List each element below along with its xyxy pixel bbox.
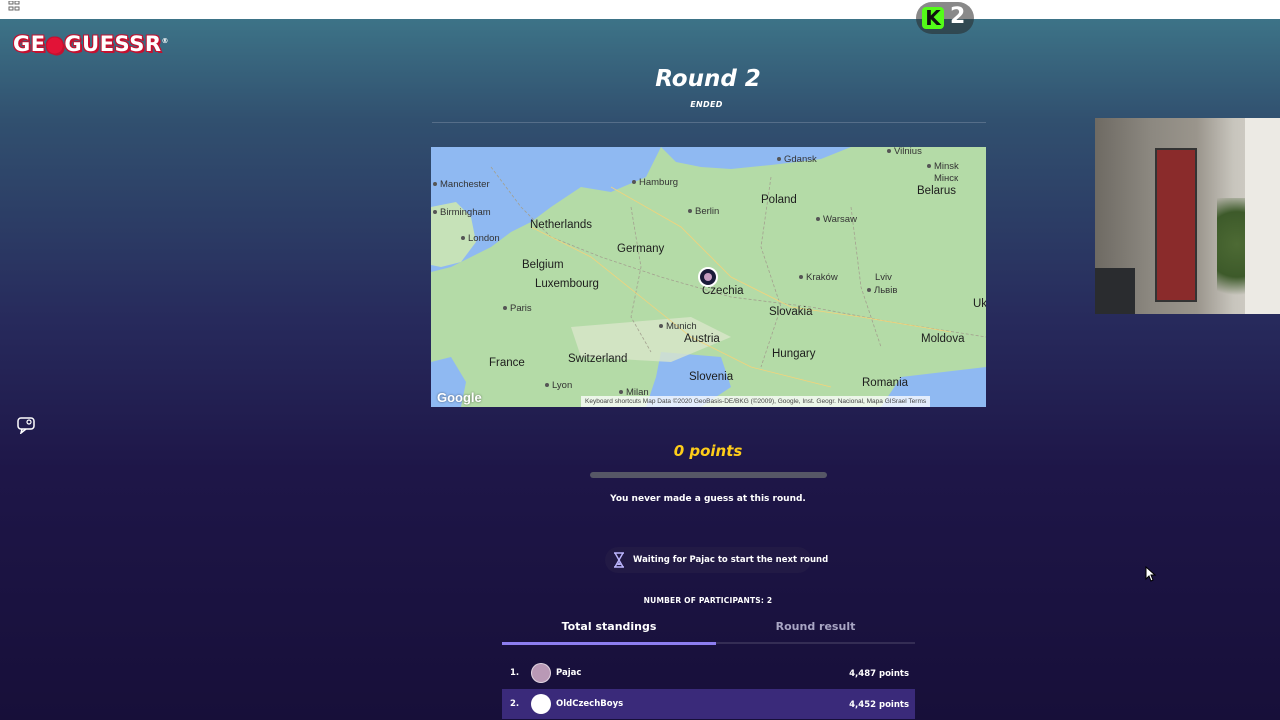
registered-mark: ® <box>161 37 170 45</box>
tab-total-standings[interactable]: Total standings <box>502 620 716 633</box>
standings-row[interactable]: 2. OldCzechBoys 4,452 points <box>502 689 915 719</box>
tab-active-indicator <box>502 642 716 645</box>
no-guess-message: You never made a guess at this round. <box>610 494 806 504</box>
player-score: 4,487 points <box>849 669 909 679</box>
map-attribution[interactable]: Keyboard shortcuts Map Data ©2020 GeoBas… <box>581 396 931 407</box>
webcam-poster <box>1155 148 1197 302</box>
map-label-belarus: Belarus <box>917 185 956 197</box>
mouse-cursor-icon <box>1145 566 1157 582</box>
points-progress-bar <box>590 472 827 478</box>
map-label-belgium: Belgium <box>522 259 564 271</box>
google-logo: Google <box>437 390 482 405</box>
standing-rank: 2. <box>510 699 520 709</box>
map-label-moldova: Moldova <box>921 333 965 345</box>
map-label-netherlands: Netherlands <box>530 219 593 231</box>
round-points: 0 points <box>673 442 743 460</box>
hourglass-icon <box>614 552 624 568</box>
result-map[interactable]: Netherlands Germany Poland Belarus Belgi… <box>431 147 986 407</box>
player-name: OldCzechBoys <box>556 699 624 709</box>
map-label-lviv-cyrillic: Львів <box>867 285 897 296</box>
stream-viewer-badge: K 2 <box>916 2 974 34</box>
map-label-ukraine: Uk <box>973 298 986 310</box>
map-label-warsaw: Warsaw <box>816 214 857 225</box>
webcam-chair <box>1095 268 1135 314</box>
waiting-status: Waiting for Pajac to start the next roun… <box>605 547 828 573</box>
map-label-austria: Austria <box>684 333 720 345</box>
header-divider <box>432 122 986 123</box>
webcam-overlay <box>1095 118 1280 314</box>
map-label-birmingham: Birmingham <box>433 207 491 218</box>
avatar <box>531 694 551 714</box>
map-label-luxembourg: Luxembourg <box>535 278 599 290</box>
waiting-text: Waiting for Pajac to start the next roun… <box>633 555 829 565</box>
standings-row[interactable]: 1. Pajac 4,487 points <box>502 658 915 688</box>
logo-text-right: GUESSR <box>64 32 162 56</box>
geoguessr-logo[interactable]: GE●GUESSR® <box>13 32 169 60</box>
chat-icon[interactable] <box>17 416 35 434</box>
map-label-vilnius: Vilnius <box>887 147 922 157</box>
map-label-hungary: Hungary <box>772 348 816 360</box>
location-pin-icon: ● <box>45 32 65 56</box>
map-label-london: London <box>461 233 500 244</box>
map-label-lyon: Lyon <box>545 380 572 391</box>
map-label-manchester: Manchester <box>433 179 490 190</box>
kick-logo-icon: K <box>922 7 944 29</box>
map-label-minsk: Minsk <box>927 161 959 172</box>
grid-icon[interactable] <box>8 1 20 11</box>
map-label-germany: Germany <box>617 243 665 255</box>
standing-rank: 1. <box>510 668 520 678</box>
map-label-gdansk: Gdansk <box>777 154 817 165</box>
webcam-window <box>1245 118 1280 314</box>
browser-top-bar <box>0 0 1280 19</box>
participants-count: NUMBER OF PARTICIPANTS: 2 <box>643 596 773 605</box>
map-label-berlin: Berlin <box>688 206 719 217</box>
round-title: Round 2 <box>655 66 761 92</box>
map-label-krakow: Kraków <box>799 272 838 283</box>
map-label-romania: Romania <box>862 377 909 389</box>
tab-round-result[interactable]: Round result <box>716 620 915 633</box>
map-label-lviv: Lviv <box>875 272 892 283</box>
viewer-count: 2 <box>950 4 966 29</box>
map-label-paris: Paris <box>503 303 532 314</box>
map-label-hamburg: Hamburg <box>632 177 678 188</box>
map-label-slovenia: Slovenia <box>689 371 734 383</box>
player-name: Pajac <box>556 668 582 678</box>
player-score: 4,452 points <box>849 700 909 710</box>
map-label-minsk-cyrillic: Мінск <box>934 173 959 184</box>
logo-text-left: GE <box>13 32 46 56</box>
map-label-munich: Munich <box>659 321 697 332</box>
map-label-france: France <box>489 357 525 369</box>
map-label-poland: Poland <box>761 194 797 206</box>
map-label-slovakia: Slovakia <box>769 306 813 318</box>
location-marker-icon[interactable] <box>698 267 718 287</box>
round-status: ENDED <box>690 100 723 109</box>
avatar <box>531 663 551 683</box>
map-label-switzerland: Switzerland <box>568 353 628 365</box>
